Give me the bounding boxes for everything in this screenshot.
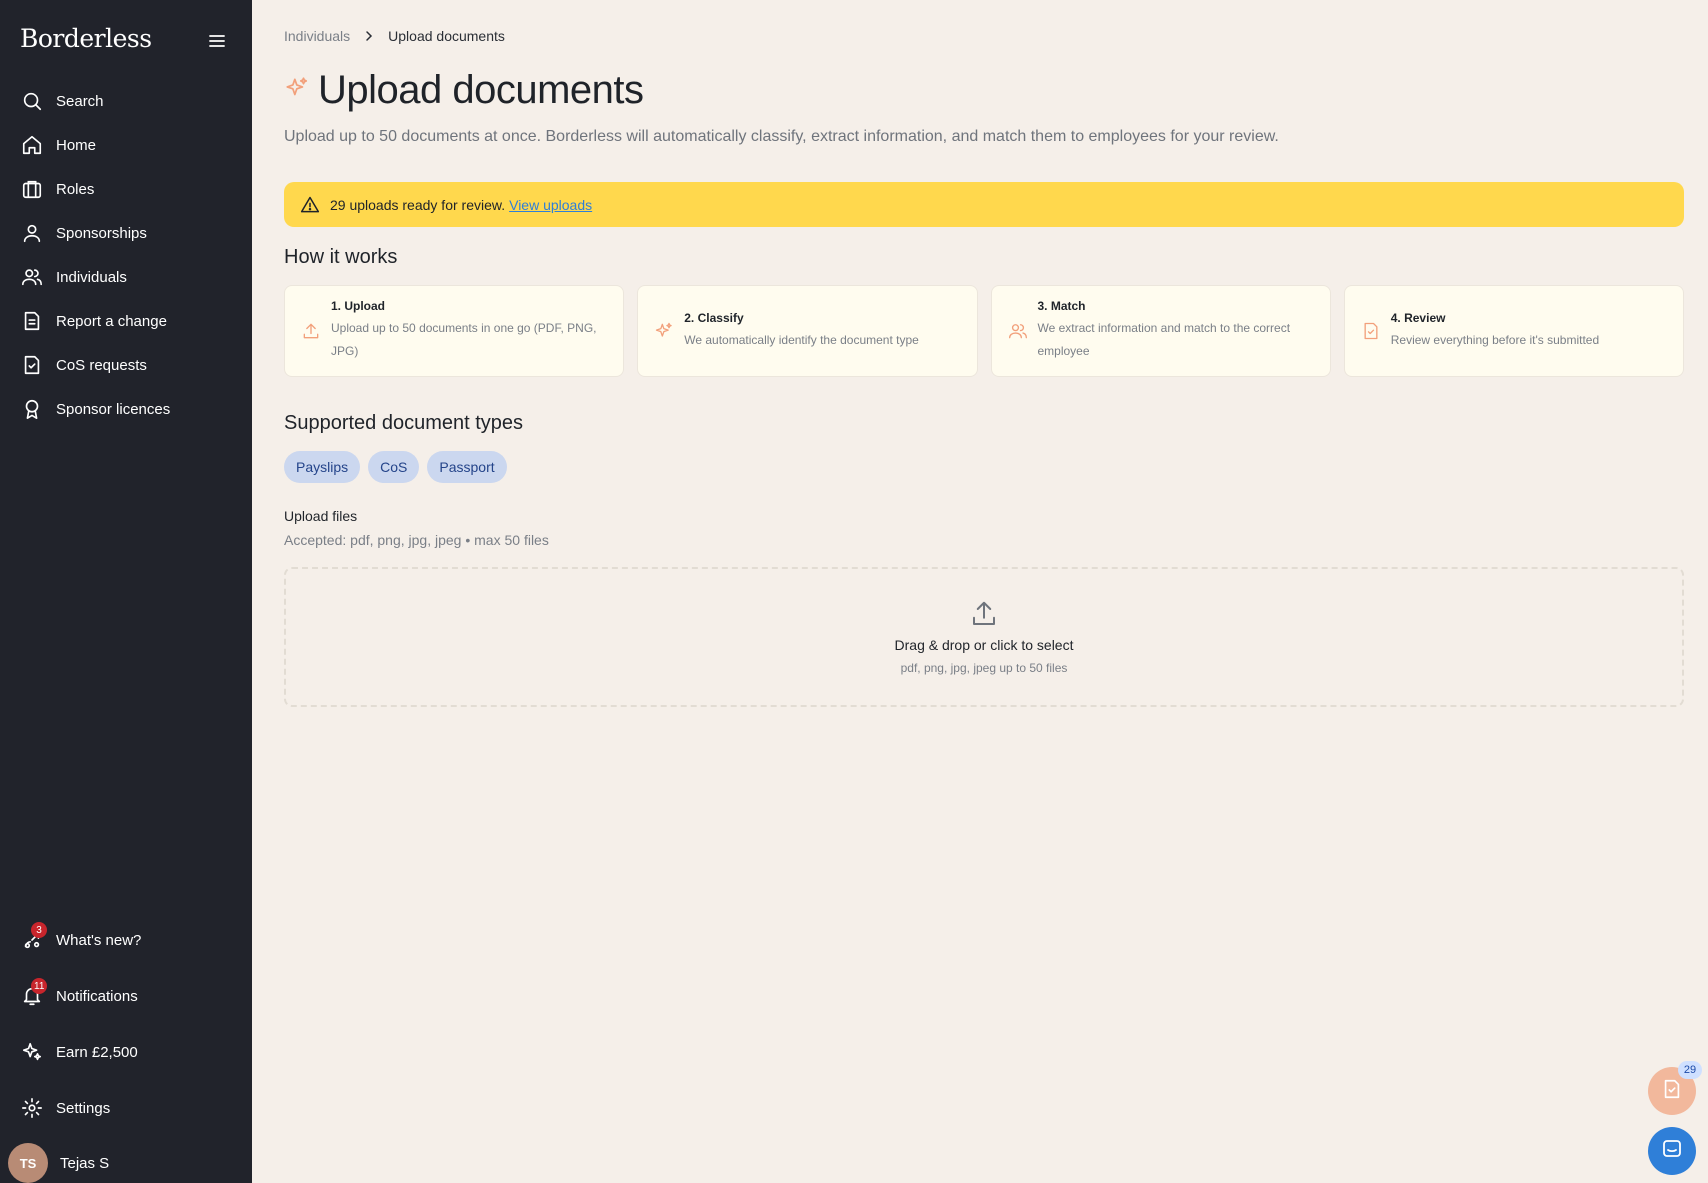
warning-icon <box>300 195 320 215</box>
file-check-icon <box>20 353 44 377</box>
briefcase-icon <box>20 177 44 201</box>
step-title: 4. Review <box>1390 310 1446 325</box>
sparkle-icon <box>654 321 674 341</box>
alert-text: 29 uploads ready for review. <box>330 196 506 213</box>
sidebar-item-label: Sponsorships <box>56 224 147 242</box>
sidebar-item-earn[interactable]: Earn £2,500 <box>0 1024 252 1080</box>
step-title: 2. Classify <box>684 310 744 325</box>
dropzone-subtitle: pdf, png, jpg, jpeg up to 50 files <box>900 661 1068 675</box>
uploads-floating-button[interactable]: 29 <box>1648 1061 1702 1115</box>
view-uploads-link[interactable]: View uploads <box>509 197 592 213</box>
sidebar-item-label: Roles <box>56 180 95 198</box>
sidebar-item-label: Report a change <box>56 312 167 330</box>
sidebar-item-individuals[interactable]: Individuals <box>0 255 252 299</box>
step-desc: We extract information and match to the … <box>1037 321 1291 358</box>
sidebar-item-home[interactable]: Home <box>0 123 252 167</box>
award-icon <box>20 397 44 421</box>
bell-icon: 11 <box>20 978 48 1008</box>
step-desc: We automatically identify the document t… <box>684 332 919 347</box>
chip-cos: CoS <box>368 451 420 483</box>
sidebar-item-label: CoS requests <box>56 356 147 374</box>
users-icon <box>1008 321 1028 341</box>
sidebar-item-report-a-change[interactable]: Report a change <box>0 299 252 343</box>
step-title: 3. Match <box>1037 299 1086 313</box>
upload-accepted-text: Accepted: pdf, png, jpg, jpeg • max 50 f… <box>284 532 549 548</box>
chat-icon <box>1660 1137 1684 1166</box>
page-title: Upload documents <box>318 68 644 112</box>
sidebar-item-label: Settings <box>56 1099 111 1117</box>
dropzone-title: Drag & drop or click to select <box>894 637 1074 653</box>
sidebar-item-label: Notifications <box>56 987 138 1005</box>
sidebar-item-sponsorships[interactable]: Sponsorships <box>0 211 252 255</box>
step-desc: Upload up to 50 documents in one go (PDF… <box>331 321 597 358</box>
review-alert: 29 uploads ready for review. View upload… <box>284 182 1684 227</box>
gear-icon <box>20 1096 44 1120</box>
chevron-right-icon <box>364 30 374 42</box>
upload-icon <box>301 321 321 341</box>
sidebar-item-label: Earn £2,500 <box>56 1043 138 1061</box>
user-profile[interactable]: TS Tejas S <box>8 1143 109 1183</box>
document-type-chips: Payslips CoS Passport <box>284 451 507 483</box>
sidebar-nav: Search Home Roles Sponsorships Individua… <box>0 79 252 431</box>
step-title: 1. Upload <box>331 299 386 313</box>
step-card-review: 4. Review Review everything before it's … <box>1343 285 1684 377</box>
chat-launcher-button[interactable] <box>1648 1127 1696 1175</box>
sidebar-item-settings[interactable]: Settings <box>0 1080 252 1136</box>
step-card-match: 3. Match We extract information and matc… <box>990 285 1331 377</box>
sidebar-item-cos-requests[interactable]: CoS requests <box>0 343 252 387</box>
rocket-icon: 3 <box>20 922 47 952</box>
sidebar-item-label: Individuals <box>56 268 127 286</box>
step-desc: Review everything before it's submitted <box>1390 332 1600 347</box>
whats-new-badge: 3 <box>31 922 47 938</box>
sidebar-item-label: What's new? <box>56 931 142 949</box>
chip-passport: Passport <box>427 451 507 483</box>
uploads-count-badge: 29 <box>1678 1061 1702 1079</box>
sidebar-item-notifications[interactable]: 11 Notifications <box>0 968 252 1024</box>
upload-files-label: Upload files <box>284 508 358 524</box>
menu-icon[interactable] <box>206 30 228 52</box>
sidebar: Borderless Search Home Roles Sponsorship… <box>0 0 252 1183</box>
home-icon <box>20 133 44 157</box>
sidebar-item-whats-new[interactable]: 3 What's new? <box>0 912 252 968</box>
sparkle-icon <box>284 75 310 106</box>
step-card-upload: 1. Upload Upload up to 50 documents in o… <box>284 285 625 377</box>
sidebar-bottom-nav: 3 What's new? 11 Notifications Earn £2,5… <box>0 912 252 1136</box>
upload-icon <box>969 599 999 629</box>
sidebar-item-label: Search <box>56 92 104 110</box>
file-check-icon <box>1361 321 1381 341</box>
users-icon <box>20 265 44 289</box>
how-it-works-heading: How it works <box>284 246 398 268</box>
sidebar-item-search[interactable]: Search <box>0 79 252 123</box>
file-dropzone[interactable]: Drag & drop or click to select pdf, png,… <box>284 567 1684 707</box>
step-card-classify: 2. Classify We automatically identify th… <box>637 285 978 377</box>
supported-types-heading: Supported document types <box>284 412 524 434</box>
user-icon <box>20 221 44 245</box>
page-title-row: Upload documents <box>284 68 644 113</box>
sidebar-item-label: Sponsor licences <box>56 400 171 418</box>
sparkles-icon <box>20 1040 44 1064</box>
avatar: TS <box>8 1143 48 1183</box>
search-icon <box>20 89 44 113</box>
breadcrumb-current: Upload documents <box>388 28 505 44</box>
sidebar-item-label: Home <box>56 136 97 154</box>
breadcrumb: Individuals Upload documents <box>284 28 505 44</box>
breadcrumb-individuals[interactable]: Individuals <box>284 28 350 44</box>
notifications-badge: 11 <box>31 978 48 994</box>
sidebar-item-sponsor-licences[interactable]: Sponsor licences <box>0 387 252 431</box>
brand-logo[interactable]: Borderless <box>20 24 152 53</box>
how-it-works-steps: 1. Upload Upload up to 50 documents in o… <box>284 285 1684 377</box>
user-name: Tejas S <box>60 1154 110 1172</box>
document-icon <box>20 309 44 333</box>
sidebar-item-roles[interactable]: Roles <box>0 167 252 211</box>
chip-payslips: Payslips <box>284 451 361 483</box>
page-subtitle: Upload up to 50 documents at once. Borde… <box>284 128 1279 145</box>
file-check-icon <box>1661 1078 1683 1105</box>
